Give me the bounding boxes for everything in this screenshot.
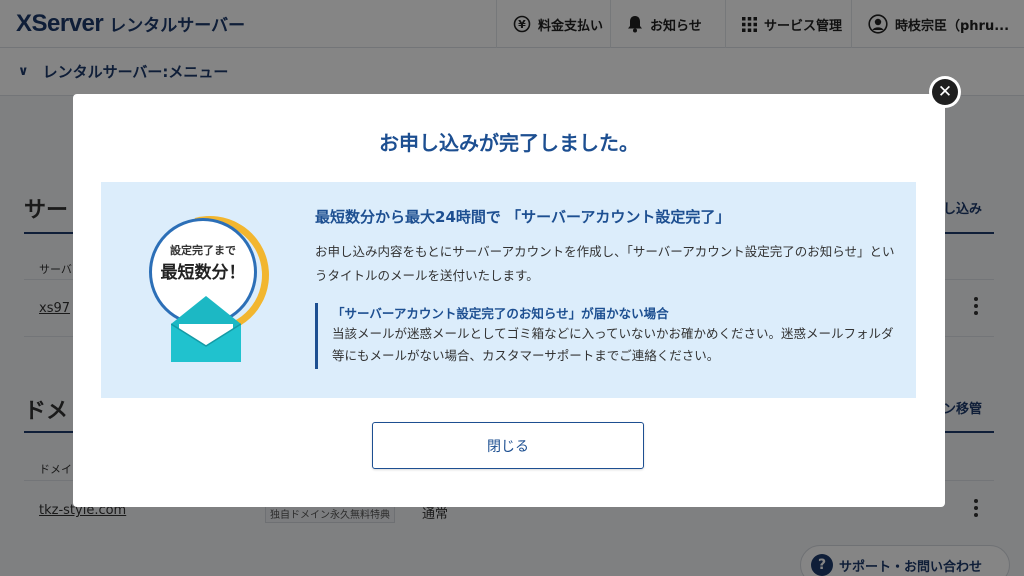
close-icon[interactable]: ✕ (932, 79, 958, 105)
info-heading: 最短数分から最大24時間で 「サーバーアカウント設定完了」 (315, 208, 731, 226)
close-button[interactable]: 閉じる (372, 422, 644, 469)
setup-time-badge: 設定完了まで 最短数分！ (129, 194, 291, 372)
info-body: お申し込み内容をもとにサーバーアカウントを作成し、「サーバーアカウント設定完了の… (315, 244, 895, 283)
notice-body: 当該メールが迷惑メールとしてゴミ箱などに入っていないかお確かめください。迷惑メー… (332, 326, 894, 363)
modal-close-icon[interactable]: ✕ (929, 76, 961, 108)
info-box: 設定完了まで 最短数分！ 最短数分から最大24時間で 「サーバーアカウント設定完… (101, 182, 916, 398)
modal-title: お申し込みが完了しました。 (379, 131, 639, 155)
badge-big-text: 最短数分！ (160, 263, 246, 283)
badge-small-text: 設定完了まで (170, 244, 236, 257)
notice-block: 「サーバーアカウント設定完了のお知らせ」が届かない場合 当該メールが迷惑メールと… (315, 303, 905, 369)
envelope-icon (170, 294, 242, 366)
notice-title: 「サーバーアカウント設定完了のお知らせ」が届かない場合 (332, 306, 669, 321)
